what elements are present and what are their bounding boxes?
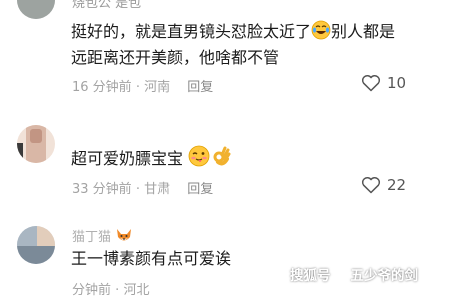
comment-time: 16 分钟前 (72, 80, 132, 95)
heart-icon (361, 75, 381, 92)
comment-location: 甘肃 (144, 182, 171, 197)
comment-meta: 33 分钟前 · 甘肃 回复 (72, 182, 214, 197)
username[interactable]: 烧包公 是包 (72, 0, 141, 11)
comment-meta: 16 分钟前 · 河南 回复 (72, 80, 214, 95)
avatar[interactable] (17, 226, 55, 264)
reply-button[interactable]: 回复 (187, 80, 213, 95)
blush-tongue-emoji-icon (188, 145, 210, 173)
like-button[interactable]: 22 (361, 176, 406, 194)
fox-emoji-icon (115, 228, 133, 248)
like-button[interactable]: 10 (361, 74, 406, 92)
laughing-tears-emoji-icon (311, 20, 331, 46)
avatar[interactable] (17, 0, 55, 19)
reply-button[interactable]: 回复 (187, 182, 213, 197)
comment-meta: 分钟前 · 河北 (72, 283, 150, 298)
comment-text: 挺好的，就是直男镜头怼脸太近了 别人都是 远距离还开美颜，他啥都不管 (71, 20, 396, 67)
sohu-watermark: 搜狐号 五少爷的剑 (290, 267, 418, 284)
ok-hand-emoji-icon (210, 145, 232, 173)
avatar[interactable] (17, 125, 55, 163)
comment-location: 河北 (123, 283, 150, 298)
like-count: 10 (387, 74, 407, 92)
comment-location: 河南 (144, 80, 171, 95)
sohu-logo-icon (333, 267, 348, 281)
comment-time: 33 分钟前 (72, 182, 132, 197)
comment-time: 分钟前 (72, 283, 112, 298)
comment-text: 超可爱奶膘宝宝 (71, 145, 232, 173)
heart-icon (361, 177, 381, 194)
comment-text: 王一博素颜有点可爱诶 (71, 249, 232, 268)
like-count: 22 (387, 176, 407, 194)
username[interactable]: 猫丁猫 (72, 226, 133, 248)
